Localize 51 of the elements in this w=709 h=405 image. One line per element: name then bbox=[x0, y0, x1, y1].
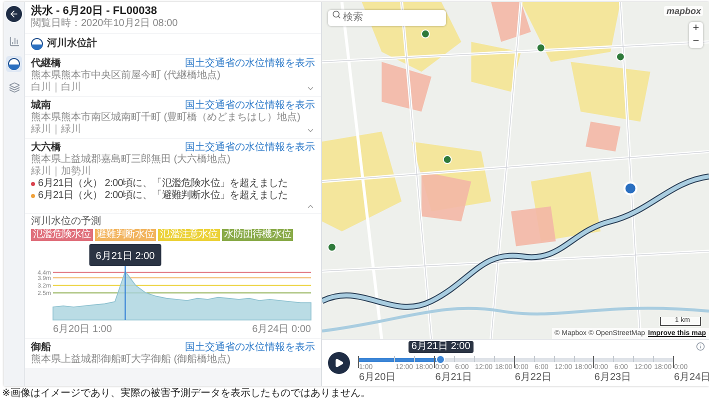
tick-date: 6月20日 bbox=[359, 372, 396, 384]
station-name: 城南 bbox=[31, 99, 51, 112]
forecast-title: 河川水位の予測 bbox=[31, 216, 102, 228]
slider-thumb[interactable] bbox=[436, 355, 446, 364]
zoom-out-button[interactable]: − bbox=[689, 35, 703, 48]
station-name: 大六橋 bbox=[31, 141, 61, 154]
timeline-track[interactable] bbox=[358, 358, 673, 362]
gauge-icon bbox=[31, 38, 43, 50]
tick-date: 6月22日 bbox=[514, 372, 552, 384]
tick-date: 6月21日 bbox=[435, 372, 472, 384]
station-address: 熊本県上益城郡嘉島町三郎無田 (大六橋地点) bbox=[31, 154, 232, 166]
arrow-left-icon bbox=[9, 9, 19, 19]
search-icon bbox=[332, 10, 341, 19]
info-icon[interactable] bbox=[696, 342, 705, 351]
time-tooltip: 6月21日 2:00 bbox=[408, 341, 474, 353]
station-address: 熊本県熊本市南区城南町千町 (豊町橋（めどまちはし）地点) bbox=[31, 112, 302, 124]
alert-text: 6月21日（火） 2:00頃に、「氾濫危険水位」を超えました bbox=[38, 178, 288, 190]
back-button[interactable] bbox=[6, 6, 22, 22]
play-icon bbox=[334, 358, 344, 368]
station-name: 代継橋 bbox=[31, 57, 61, 70]
tick-date: 6月23日 bbox=[594, 372, 632, 384]
caption: ※画像はイメージであり、実際の被害予測データを表示したものではありません。 bbox=[1, 386, 372, 401]
time-label: 6月24日 0:00 bbox=[252, 324, 311, 335]
station-address: 熊本県上益城郡御船町大字御船 (御船橋地点) bbox=[31, 354, 232, 366]
info-link[interactable]: 国土交通省の水位情報を表示 bbox=[185, 99, 315, 112]
search-field[interactable]: 検索 bbox=[328, 10, 446, 26]
chevron-up-icon[interactable] bbox=[306, 202, 315, 211]
alert-text: 6月21日（火） 2:00頃に、「避難判断水位」を超えました bbox=[38, 190, 288, 202]
cursor-line bbox=[124, 266, 126, 320]
play-button[interactable] bbox=[328, 352, 350, 374]
legend-tag: 氾濫注意水位 bbox=[158, 229, 220, 241]
panel-title: 洪水 - 6月20日 - FL00038 bbox=[31, 5, 158, 18]
logo: mapbox bbox=[664, 6, 703, 16]
river-name: 緑川｜加勢川 bbox=[31, 166, 91, 178]
info-link[interactable]: 国土交通省の水位情報を表示 bbox=[185, 141, 315, 154]
river-name: 緑川｜緑川 bbox=[31, 124, 81, 136]
tooltip-text: 6月21日 2:00 bbox=[96, 251, 155, 262]
info-link[interactable]: 国土交通省の水位情報を表示 bbox=[185, 57, 315, 70]
legend-tag: 氾濫危険水位 bbox=[31, 229, 93, 241]
section-title: 河川水位計 bbox=[47, 38, 97, 50]
station-address: 熊本県熊本市中央区前屋今町 (代継橋地点) bbox=[31, 70, 222, 82]
station-name: 御船 bbox=[31, 341, 51, 354]
time-label: 6月20日 1:00 bbox=[53, 324, 112, 335]
viewed-time: 閲覧日時：2020年10月2日 08:00 bbox=[31, 18, 179, 30]
river-name: 白川｜白川 bbox=[31, 82, 81, 94]
legend-tag: 水防団待機水位 bbox=[222, 229, 294, 241]
zoom-in-button[interactable]: + bbox=[689, 22, 703, 35]
info-link[interactable]: 国土交通省の水位情報を表示 bbox=[185, 341, 315, 354]
legend-tag: 避難判断水位 bbox=[94, 229, 156, 241]
tick-date: 6月24日 bbox=[674, 372, 709, 384]
gauge-icon[interactable] bbox=[6, 56, 22, 72]
